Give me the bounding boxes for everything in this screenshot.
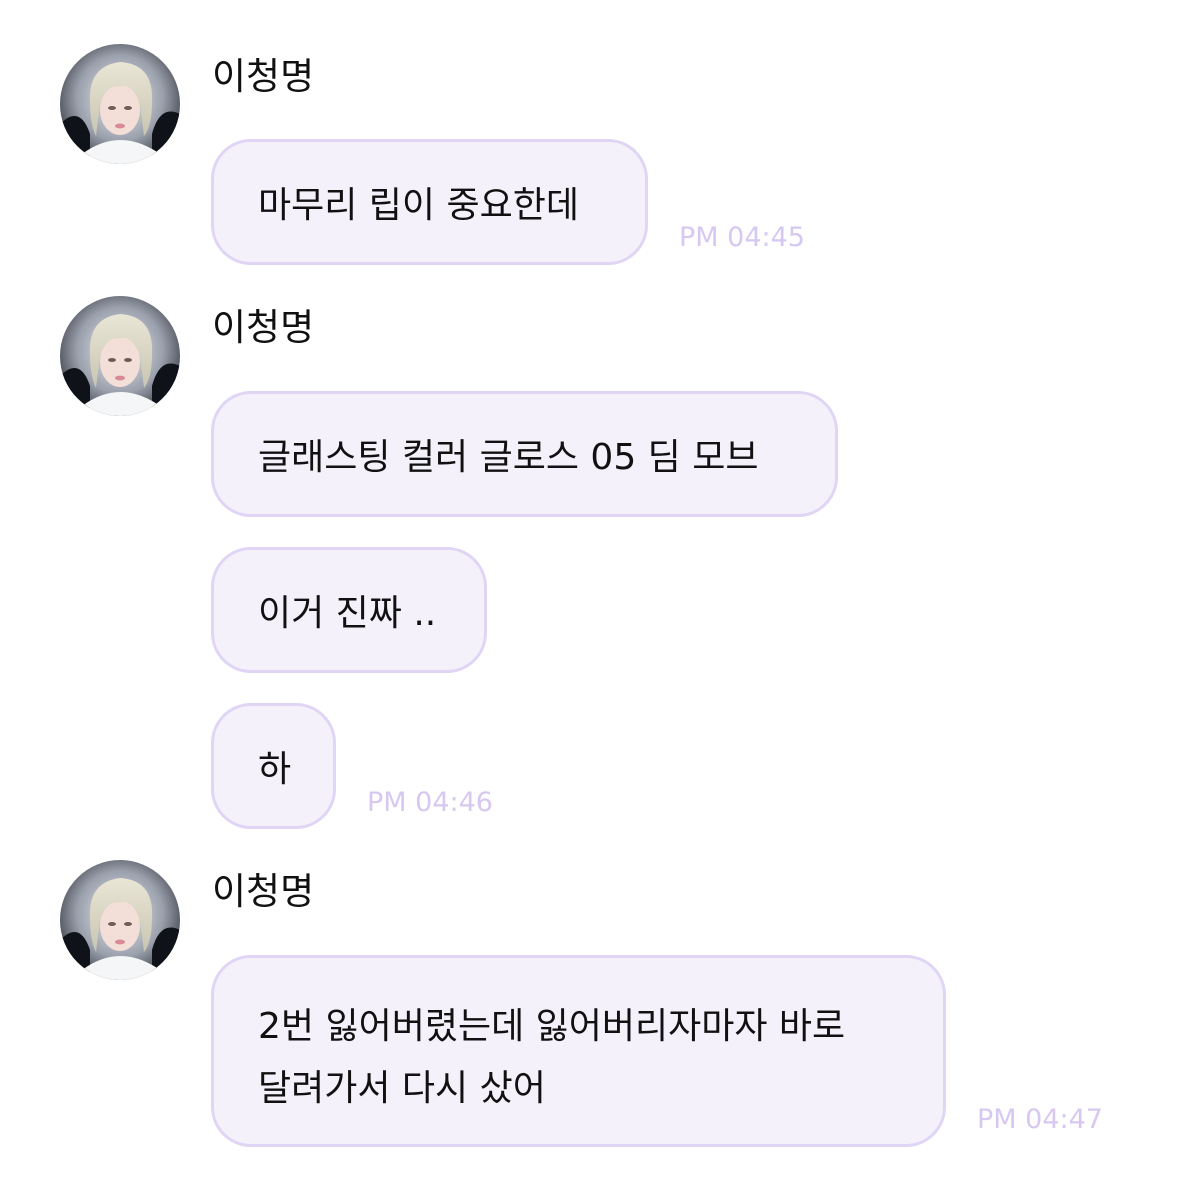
profile-photo-icon xyxy=(60,860,180,980)
sender-avatar[interactable] xyxy=(60,860,180,980)
message-bubble[interactable]: 마무리 립이 중요한데 xyxy=(211,139,648,265)
sender-avatar[interactable] xyxy=(60,44,180,164)
message-bubble[interactable]: 이거 진짜 .. xyxy=(211,547,487,673)
message-text: 하 xyxy=(258,749,292,790)
message-bubble[interactable]: 2번 잃어버렸는데 잃어버리자마자 바로 달려가서 다시 샀어 xyxy=(211,955,946,1147)
message-bubble[interactable]: 하 xyxy=(211,703,336,829)
message-text-line: 달려가서 다시 샀어 xyxy=(258,1068,546,1109)
sender-name: 이청명 xyxy=(212,870,315,913)
message-timestamp: PM 04:47 xyxy=(977,1104,1103,1135)
message-timestamp: PM 04:46 xyxy=(367,787,493,818)
message-timestamp: PM 04:45 xyxy=(679,222,805,253)
sender-avatar[interactable] xyxy=(60,296,180,416)
profile-photo-icon xyxy=(60,44,180,164)
sender-name: 이청명 xyxy=(212,306,315,349)
message-text-line: 2번 잃어버렸는데 잃어버리자마자 바로 xyxy=(258,1006,846,1047)
message-text: 글래스팅 컬러 글로스 05 딤 모브 xyxy=(258,437,759,478)
sender-name: 이청명 xyxy=(212,55,315,98)
profile-photo-icon xyxy=(60,296,180,416)
message-text: 이거 진짜 .. xyxy=(258,593,437,634)
message-text: 마무리 립이 중요한데 xyxy=(258,185,579,226)
message-bubble[interactable]: 글래스팅 컬러 글로스 05 딤 모브 xyxy=(211,391,838,517)
